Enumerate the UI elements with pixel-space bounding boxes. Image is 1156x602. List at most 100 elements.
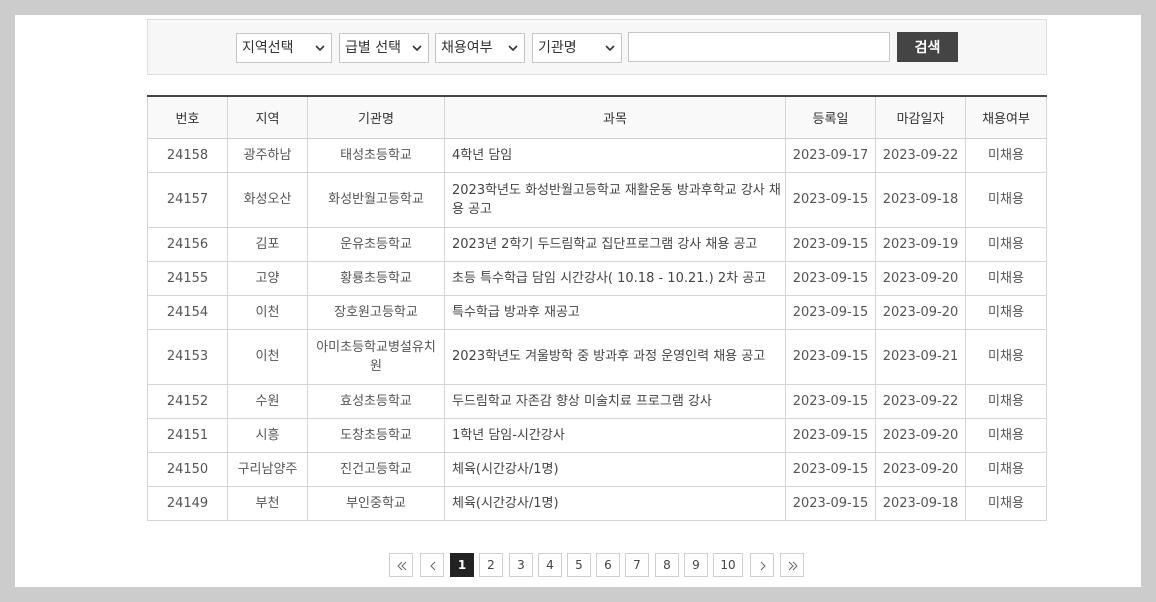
header-number: 번호	[147, 95, 228, 139]
table-row[interactable]: 24156 김포 운유초등학교 2023년 2학기 두드림학교 집단프로그램 강…	[147, 226, 1047, 262]
chevron-left-icon	[430, 561, 436, 571]
grade-select[interactable]: 급별 선택	[339, 33, 429, 63]
table-row[interactable]: 24158 광주하남 태성초등학교 4학년 담임 2023-09-17 2023…	[147, 137, 1047, 173]
page-3-button[interactable]: 3	[509, 553, 533, 577]
chevron-right-icon	[760, 561, 766, 571]
cell-number: 24151	[147, 417, 228, 453]
cell-reg-date: 2023-09-15	[785, 328, 876, 385]
chevron-down-icon	[412, 45, 422, 52]
keyword-input[interactable]	[628, 32, 890, 62]
cell-status: 미채용	[965, 383, 1047, 419]
header-subject: 과목	[444, 95, 786, 139]
page-6-button[interactable]: 6	[596, 553, 620, 577]
table-row[interactable]: 24154 이천 장호원고등학교 특수학급 방과후 재공고 2023-09-15…	[147, 294, 1047, 330]
cell-status: 미채용	[965, 485, 1047, 521]
cell-status: 미채용	[965, 328, 1047, 385]
double-chevron-left-icon	[397, 561, 407, 571]
header-org: 기관명	[307, 95, 445, 139]
table-row[interactable]: 24155 고양 황룡초등학교 초등 특수학급 담임 시간강사( 10.18 -…	[147, 260, 1047, 296]
cell-region: 수원	[227, 383, 308, 419]
cell-reg-date: 2023-09-15	[785, 417, 876, 453]
cell-number: 24153	[147, 328, 228, 385]
cell-subject-link[interactable]: 체육(시간강사/1명)	[444, 485, 786, 521]
cell-subject-link[interactable]: 4학년 담임	[444, 137, 786, 173]
page-1-button[interactable]: 1	[450, 553, 474, 577]
region-select[interactable]: 지역선택	[236, 33, 332, 63]
cell-number: 24155	[147, 260, 228, 296]
cell-reg-date: 2023-09-15	[785, 294, 876, 330]
cell-reg-date: 2023-09-15	[785, 226, 876, 262]
page-7-button[interactable]: 7	[625, 553, 649, 577]
cell-reg-date: 2023-09-17	[785, 137, 876, 173]
search-bar: 지역선택 급별 선택 채용여부 기관명 검색	[147, 19, 1047, 75]
table-row[interactable]: 24151 시흥 도창초등학교 1학년 담임-시간강사 2023-09-15 2…	[147, 417, 1047, 453]
chevron-down-icon	[315, 45, 325, 52]
cell-number: 24158	[147, 137, 228, 173]
cell-status: 미채용	[965, 226, 1047, 262]
page-9-button[interactable]: 9	[684, 553, 708, 577]
cell-due-date: 2023-09-22	[875, 383, 966, 419]
cell-due-date: 2023-09-19	[875, 226, 966, 262]
cell-number: 24156	[147, 226, 228, 262]
hire-status-select[interactable]: 채용여부	[435, 33, 525, 63]
cell-org: 아미초등학교병설유치원	[307, 328, 445, 385]
table-row[interactable]: 24150 구리남양주 진건고등학교 체육(시간강사/1명) 2023-09-1…	[147, 451, 1047, 487]
chevron-down-icon	[605, 45, 615, 52]
page-8-button[interactable]: 8	[655, 553, 679, 577]
last-page-button[interactable]	[780, 553, 804, 577]
double-chevron-right-icon	[788, 561, 798, 571]
cell-due-date: 2023-09-21	[875, 328, 966, 385]
cell-status: 미채용	[965, 451, 1047, 487]
page-4-button[interactable]: 4	[538, 553, 562, 577]
cell-due-date: 2023-09-18	[875, 171, 966, 228]
job-posting-table: 번호 지역 기관명 과목 등록일 마감일자 채용여부 24158 광주하남 태성…	[147, 95, 1047, 521]
cell-number: 24154	[147, 294, 228, 330]
page-content: 지역선택 급별 선택 채용여부 기관명 검색 번호 지역 기관명 과목 등록일 …	[15, 15, 1141, 587]
header-due-date: 마감일자	[875, 95, 966, 139]
page-2-button[interactable]: 2	[479, 553, 503, 577]
prev-page-button[interactable]	[420, 553, 444, 577]
cell-subject-link[interactable]: 2023년 2학기 두드림학교 집단프로그램 강사 채용 공고	[444, 226, 786, 262]
cell-subject-link[interactable]: 두드림학교 자존감 향상 미술치료 프로그램 강사	[444, 383, 786, 419]
org-select-value: 기관명	[538, 40, 577, 56]
org-select[interactable]: 기관명	[532, 33, 622, 63]
cell-due-date: 2023-09-18	[875, 485, 966, 521]
table-row[interactable]: 24157 화성오산 화성반월고등학교 2023학년도 화성반월고등학교 재활운…	[147, 171, 1047, 228]
cell-number: 24157	[147, 171, 228, 228]
table-row[interactable]: 24149 부천 부인중학교 체육(시간강사/1명) 2023-09-15 20…	[147, 485, 1047, 521]
cell-status: 미채용	[965, 260, 1047, 296]
cell-subject-link[interactable]: 초등 특수학급 담임 시간강사( 10.18 - 10.21.) 2차 공고	[444, 260, 786, 296]
cell-subject-link[interactable]: 2023학년도 겨울방학 중 방과후 과정 운영인력 채용 공고	[444, 328, 786, 385]
cell-number: 24149	[147, 485, 228, 521]
hire-status-select-value: 채용여부	[441, 40, 493, 56]
cell-subject-link[interactable]: 1학년 담임-시간강사	[444, 417, 786, 453]
cell-subject-link[interactable]: 2023학년도 화성반월고등학교 재활운동 방과후학교 강사 채용 공고	[444, 171, 786, 228]
cell-org: 태성초등학교	[307, 137, 445, 173]
page-10-button[interactable]: 10	[713, 553, 743, 577]
cell-subject-link[interactable]: 체육(시간강사/1명)	[444, 451, 786, 487]
cell-reg-date: 2023-09-15	[785, 451, 876, 487]
cell-region: 화성오산	[227, 171, 308, 228]
cell-org: 운유초등학교	[307, 226, 445, 262]
cell-region: 이천	[227, 294, 308, 330]
cell-org: 황룡초등학교	[307, 260, 445, 296]
cell-status: 미채용	[965, 137, 1047, 173]
cell-region: 시흥	[227, 417, 308, 453]
cell-reg-date: 2023-09-15	[785, 383, 876, 419]
search-button[interactable]: 검색	[897, 32, 958, 62]
first-page-button[interactable]	[389, 553, 413, 577]
header-status: 채용여부	[965, 95, 1047, 139]
cell-due-date: 2023-09-20	[875, 260, 966, 296]
table-row[interactable]: 24152 수원 효성초등학교 두드림학교 자존감 향상 미술치료 프로그램 강…	[147, 383, 1047, 419]
cell-region: 고양	[227, 260, 308, 296]
next-page-button[interactable]	[750, 553, 774, 577]
cell-due-date: 2023-09-20	[875, 417, 966, 453]
cell-org: 화성반월고등학교	[307, 171, 445, 228]
table-header-row: 번호 지역 기관명 과목 등록일 마감일자 채용여부	[147, 95, 1047, 139]
page-5-button[interactable]: 5	[567, 553, 591, 577]
grade-select-value: 급별 선택	[345, 40, 401, 56]
table-row[interactable]: 24153 이천 아미초등학교병설유치원 2023학년도 겨울방학 중 방과후 …	[147, 328, 1047, 385]
cell-org: 장호원고등학교	[307, 294, 445, 330]
cell-subject-link[interactable]: 특수학급 방과후 재공고	[444, 294, 786, 330]
header-region: 지역	[227, 95, 308, 139]
